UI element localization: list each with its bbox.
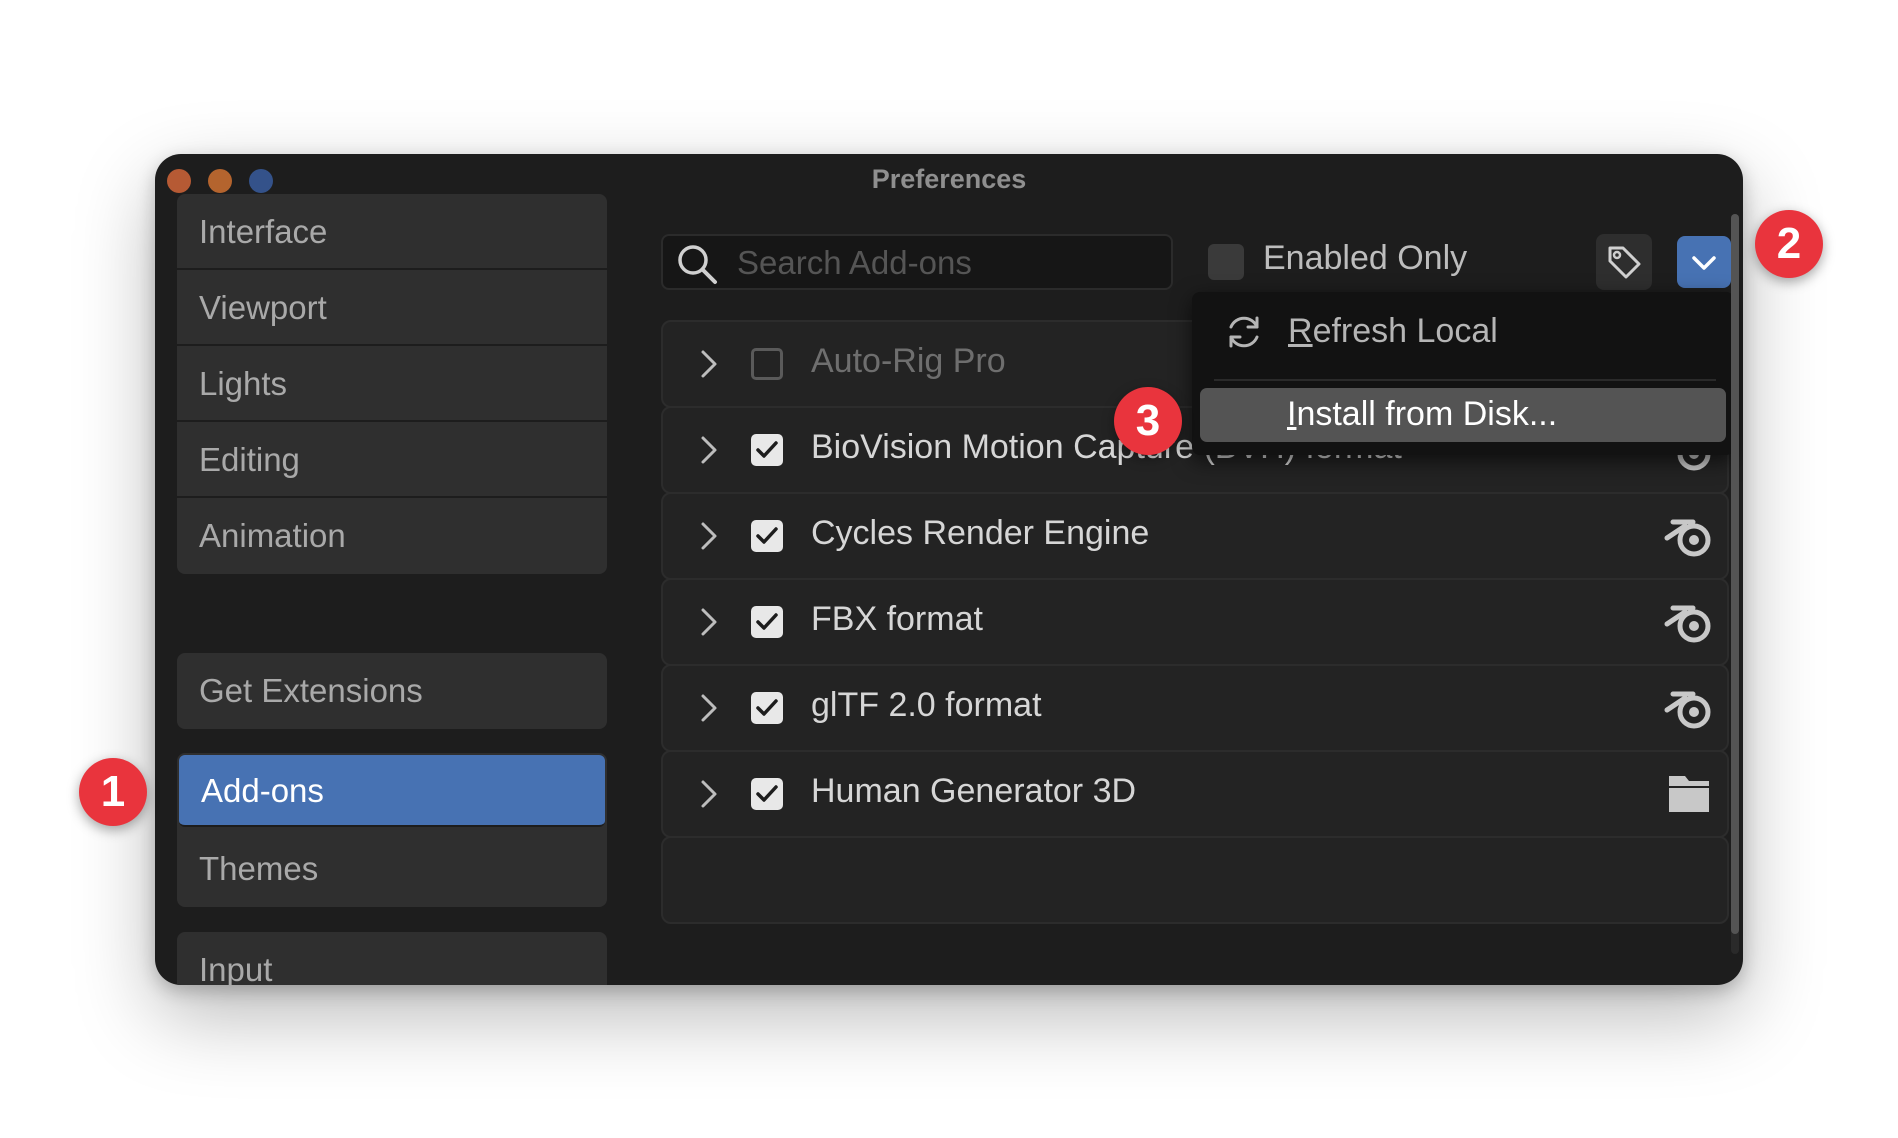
blender-logo-icon [1664,519,1711,557]
preferences-window: Preferences Interface Viewport Lights Ed… [155,154,1743,985]
sidebar-group-addons: Add-ons Themes [177,753,607,907]
tag-icon [1608,246,1641,279]
menu-item-install-from-disk[interactable]: Install from Disk... [1200,388,1726,442]
step-marker-2: 2 [1755,210,1823,278]
expand-chevron-icon[interactable] [693,434,725,466]
search-input[interactable] [735,236,1159,290]
enabled-only-label: Enabled Only [1263,239,1468,277]
sidebar-group-input: Input [177,932,607,985]
checkmark-icon [756,613,778,630]
sidebar-item-add-ons[interactable]: Add-ons [179,755,605,827]
checkmark-icon [756,441,778,458]
search-box [661,234,1173,290]
blender-logo-icon [1664,605,1711,643]
scrollbar-thumb[interactable] [1731,214,1739,934]
checkmark-icon [756,699,778,716]
addon-name: FBX format [811,600,983,638]
window-title: Preferences [871,164,1027,194]
addon-row[interactable]: Cycles Render Engine [661,492,1729,580]
addon-enable-checkbox[interactable] [751,348,783,380]
sidebar-item-interface[interactable]: Interface [177,194,607,270]
sidebar-item-editing[interactable]: Editing [177,422,607,498]
scrollbar[interactable] [1731,214,1739,954]
enabled-only-checkbox[interactable] [1208,244,1244,280]
blender-logo-icon [1664,691,1711,729]
addons-dropdown-menu: Refresh Local Install from Disk... [1192,292,1734,455]
addon-enable-checkbox[interactable] [751,606,783,638]
sidebar-item-input[interactable]: Input [177,932,607,985]
chevron-down-icon [1692,256,1716,270]
addon-row[interactable]: Human Generator 3D [661,750,1729,838]
addon-name: Cycles Render Engine [811,514,1150,552]
addon-row[interactable]: glTF 2.0 format [661,664,1729,752]
addon-row[interactable] [661,836,1729,924]
addon-name: glTF 2.0 format [811,686,1042,724]
expand-chevron-icon[interactable] [693,692,725,724]
addon-enable-checkbox[interactable] [751,692,783,724]
addons-menu-dropdown-button[interactable] [1677,236,1731,288]
addon-row[interactable]: FBX format [661,578,1729,666]
sidebar-item-get-extensions[interactable]: Get Extensions [177,653,607,729]
menu-item-refresh-local[interactable]: Refresh Local [1192,292,1734,372]
step-marker-1: 1 [79,758,147,826]
sidebar-group-extensions: Get Extensions [177,653,607,729]
sidebar-item-viewport[interactable]: Viewport [177,270,607,346]
checkmark-icon [756,527,778,544]
sidebar-item-lights[interactable]: Lights [177,346,607,422]
step-marker-3: 3 [1114,387,1182,455]
menu-item-label: Refresh Local [1288,312,1498,350]
expand-chevron-icon[interactable] [693,348,725,380]
sidebar-item-animation[interactable]: Animation [177,498,607,574]
sidebar-group-general: Interface Viewport Lights Editing Animat… [177,194,607,574]
menu-separator [1214,379,1716,381]
addon-name: Auto-Rig Pro [811,342,1006,380]
search-icon [678,245,717,284]
addon-enable-checkbox[interactable] [751,778,783,810]
refresh-icon [1229,316,1259,348]
menu-item-label: Install from Disk... [1287,395,1558,433]
addon-name: Human Generator 3D [811,772,1137,810]
expand-chevron-icon[interactable] [693,520,725,552]
expand-chevron-icon[interactable] [693,778,725,810]
addon-enable-checkbox[interactable] [751,434,783,466]
sidebar-item-themes[interactable]: Themes [177,831,607,907]
checkmark-icon [756,785,778,802]
expand-chevron-icon[interactable] [693,606,725,638]
tag-filter-button[interactable] [1596,234,1652,290]
folder-icon [1669,776,1709,812]
addon-enable-checkbox[interactable] [751,520,783,552]
